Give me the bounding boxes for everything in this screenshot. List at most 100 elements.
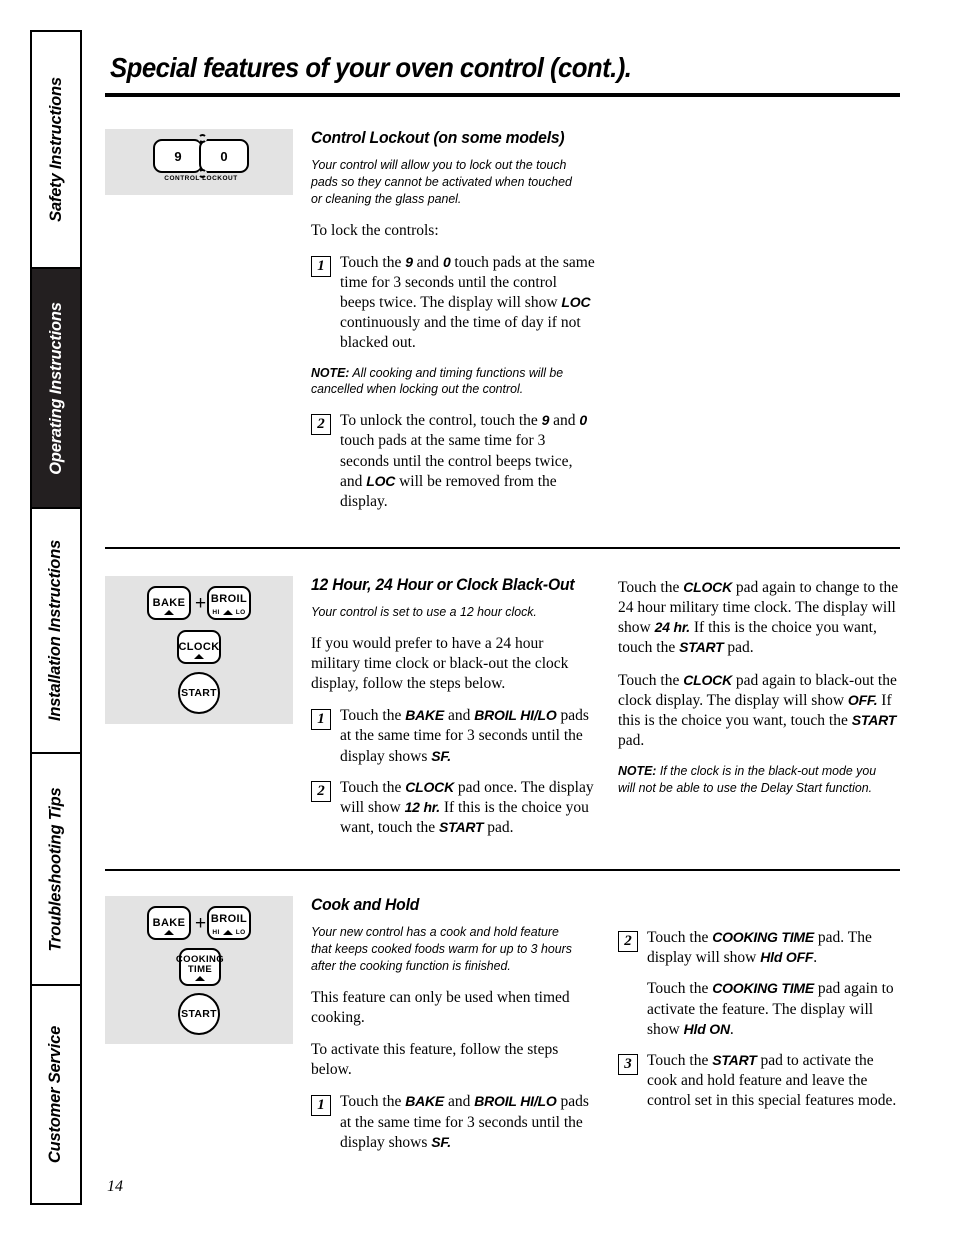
step-text: Touch the BAKE and BROIL HI/LO pads at t…: [340, 1093, 589, 1151]
step-number: 3: [618, 1053, 638, 1075]
sidebar-item-label: Installation Instructions: [46, 539, 65, 722]
step-number: 2: [311, 780, 331, 802]
section-note: NOTE: If the clock is in the black-out m…: [618, 763, 889, 797]
pad-label: CLOCK: [178, 640, 220, 653]
section-control-lockout: 9 0 CONTROL LOCKOUT Control Lockout (on …: [105, 129, 905, 523]
page-title: Special features of your oven control (c…: [110, 52, 632, 83]
lo-label: LO: [235, 609, 246, 616]
sidebar-item-label: Troubleshooting Tips: [46, 786, 65, 952]
note-text: All cooking and timing functions will be…: [311, 364, 564, 397]
step-text: Touch the CLOCK pad once. The display wi…: [340, 778, 594, 837]
step-text: To unlock the control, touch the 9 and 0…: [340, 412, 587, 510]
pad-indicator-triangle-icon: [222, 610, 233, 615]
pad-label: 0: [220, 148, 228, 164]
step-item: 1 Touch the 9 and 0 touch pads at the sa…: [311, 253, 596, 354]
hi-label: HI: [212, 609, 220, 616]
plus-sign: +: [195, 913, 207, 935]
lockout-caption: CONTROL LOCKOUT: [164, 175, 238, 182]
section-cook-and-hold: BAKE + BROIL HI LO COOKING TIME START Co…: [105, 896, 905, 1164]
section-body: To activate this feature, follow the ste…: [311, 1041, 559, 1079]
pad-label: COOKING TIME: [175, 954, 225, 975]
note-label: NOTE:: [618, 763, 657, 779]
section-body: If you would prefer to have a 24 hour mi…: [311, 634, 569, 693]
plus-sign: +: [195, 593, 207, 614]
sidebar-item-operating-instructions[interactable]: Operating Instructions: [32, 269, 80, 507]
note-label: NOTE:: [311, 364, 350, 380]
pad-label: 9: [174, 148, 182, 164]
step-number: 1: [311, 1095, 331, 1117]
step-item: 1 Touch the BAKE and BROIL HI/LO pads at…: [311, 1092, 596, 1152]
pad-indicator-triangle-icon: [164, 930, 174, 936]
pad-indicator-triangle-icon: [164, 610, 174, 615]
section-intro: Your control is set to use a 12 hour clo…: [311, 604, 537, 619]
step-text: Touch the START pad to activate the cook…: [647, 1051, 897, 1110]
step-item: 1 Touch the BAKE and BROIL HI/LO pads at…: [311, 706, 596, 766]
section-right-paragraph: Touch the CLOCK pad again to black-out t…: [618, 671, 897, 749]
title-divider: [105, 93, 900, 97]
sidebar-item-installation-instructions[interactable]: Installation Instructions: [32, 509, 80, 752]
pad-indicator-triangle-icon: [222, 930, 233, 936]
section-lead: To lock the controls:: [311, 221, 439, 239]
page-number: 14: [107, 1178, 123, 1195]
step-number: 2: [618, 931, 638, 953]
section-heading: Cook and Hold: [311, 896, 420, 915]
cook-and-hold-graphic: BAKE + BROIL HI LO COOKING TIME START: [105, 896, 293, 1045]
pad-indicator-triangle-icon: [194, 654, 204, 659]
pad-hi-lo-indicator: HI LO: [209, 929, 249, 936]
pad-nine[interactable]: 9: [153, 139, 203, 173]
sidebar-tab-rail: Safety Instructions Operating Instructio…: [30, 30, 82, 1205]
pad-broil-hi-lo[interactable]: BROIL HI LO: [207, 906, 251, 941]
pad-label: START: [181, 1008, 217, 1021]
pad-label: BAKE: [152, 916, 186, 929]
pad-start[interactable]: START: [178, 993, 220, 1036]
section-right-paragraph: Touch the CLOCK pad again to change to t…: [618, 579, 899, 657]
section-divider: [105, 547, 900, 549]
step-item: 2 To unlock the control, touch the 9 and…: [311, 411, 596, 512]
step-item: 2 Touch the COOKING TIME pad. The displa…: [618, 928, 903, 968]
pad-label: BROIL: [210, 593, 248, 605]
control-lockout-graphic: 9 0 CONTROL LOCKOUT: [105, 129, 293, 195]
step-item: 2 Touch the CLOCK pad once. The display …: [311, 778, 596, 838]
section-intro: Your control will allow you to lock out …: [311, 157, 572, 206]
pad-zero[interactable]: 0: [199, 139, 249, 173]
step-text: Touch the 9 and 0 touch pads at the same…: [340, 253, 595, 352]
step-continuation: Touch the COOKING TIME pad again to acti…: [647, 980, 894, 1038]
hi-label: HI: [212, 929, 220, 937]
pad-hi-lo-indicator: HI LO: [209, 609, 249, 616]
step-item: 3 Touch the START pad to activate the co…: [618, 1051, 903, 1111]
sidebar-item-customer-service[interactable]: Customer Service: [32, 986, 80, 1203]
sidebar-item-troubleshooting-tips[interactable]: Troubleshooting Tips: [32, 754, 80, 984]
lockout-pad-group: 9 0 CONTROL LOCKOUT: [153, 134, 249, 183]
pad-label: BROIL: [210, 913, 248, 926]
section-heading: Control Lockout (on some models): [311, 129, 565, 147]
section-clock-blackout: BAKE + BROIL HI LO CLOCK START 12 Hour, …: [105, 576, 905, 849]
pad-start[interactable]: START: [178, 672, 220, 714]
step-number: 2: [311, 414, 331, 436]
pad-notch-top-icon: [198, 134, 207, 143]
pad-bake[interactable]: BAKE: [147, 906, 191, 941]
pad-label: BAKE: [152, 596, 186, 609]
pad-clock[interactable]: CLOCK: [177, 630, 221, 664]
pad-label: START: [181, 687, 217, 699]
step-number: 1: [311, 255, 331, 277]
clock-blackout-graphic: BAKE + BROIL HI LO CLOCK START: [105, 576, 293, 724]
sidebar-item-label: Operating Instructions: [46, 301, 65, 475]
sidebar-item-label: Customer Service: [46, 1025, 65, 1164]
sidebar-item-safety-instructions[interactable]: Safety Instructions: [32, 32, 80, 267]
empty-column: [618, 129, 903, 523]
section-intro: Your new control has a cook and hold fea…: [311, 924, 572, 973]
section-body: This feature can only be used when timed…: [311, 988, 570, 1026]
pad-bake[interactable]: BAKE: [147, 586, 191, 620]
pad-indicator-triangle-icon: [195, 976, 205, 982]
section-divider: [105, 869, 900, 872]
sidebar-item-label: Safety Instructions: [46, 77, 65, 222]
section-heading: 12 Hour, 24 Hour or Clock Black-Out: [311, 576, 575, 594]
section-note: NOTE: All cooking and timing functions w…: [311, 365, 582, 399]
step-text: Touch the COOKING TIME pad. The display …: [647, 929, 872, 967]
step-text: Touch the BAKE and BROIL HI/LO pads at t…: [340, 707, 589, 765]
lo-label: LO: [235, 929, 246, 937]
step-number: 1: [311, 709, 331, 731]
note-text: If the clock is in the black-out mode yo…: [618, 763, 877, 796]
pad-broil-hi-lo[interactable]: BROIL HI LO: [207, 586, 251, 620]
pad-cooking-time[interactable]: COOKING TIME: [175, 948, 225, 987]
